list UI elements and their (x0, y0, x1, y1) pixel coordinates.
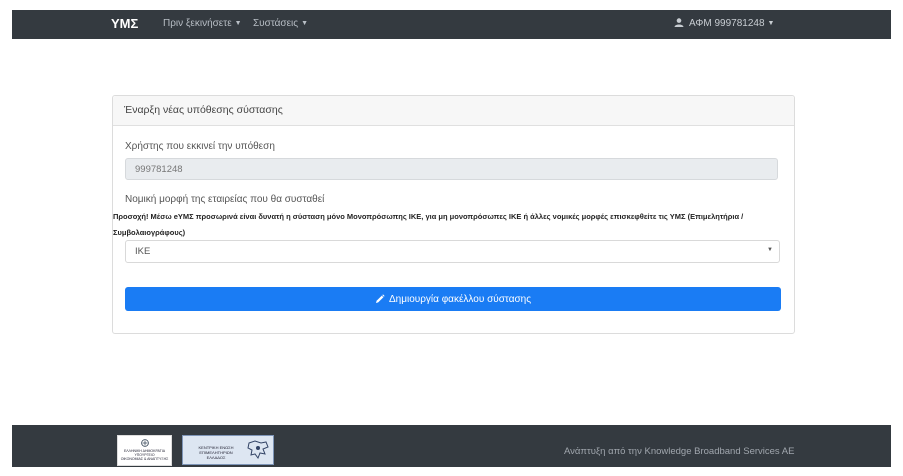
legal-form-label: Νομική μορφή της εταιρείας που θα συσταθ… (125, 194, 325, 205)
user-icon (674, 18, 684, 27)
card-title: Έναρξη νέας υπόθεσης σύστασης (124, 104, 283, 116)
initiator-field: 999781248 (125, 158, 778, 180)
legal-form-selected-value: ΙΚΕ (135, 246, 151, 257)
emblem-icon (141, 439, 149, 447)
user-menu-dropdown[interactable]: ΑΦΜ 999781248 ▼ (674, 18, 774, 29)
pencil-icon (375, 294, 385, 303)
new-case-card: Έναρξη νέας υπόθεσης σύστασης Χρήστης πο… (112, 95, 795, 334)
brand-logo[interactable]: ΥΜΣ (111, 16, 138, 31)
chevron-down-icon: ▼ (767, 247, 773, 253)
nav-establishments-dropdown[interactable]: Συστάσεις ▼ (253, 18, 308, 29)
chevron-down-icon: ▼ (301, 20, 309, 27)
legal-form-warning: Προσοχή! Μέσω eΥΜΣ προσωρινά είναι δυνατ… (113, 212, 744, 237)
chambers-logo-text: ΚΕΝΤΡΙΚΗ ΕΝΩΣΗ ΕΠΙΜΕΛΗΤΗΡΙΩΝ ΕΛΛΑΔΟΣ (198, 445, 234, 460)
nav-establishments-label: Συστάσεις (253, 18, 299, 29)
chambers-logo: ΚΕΝΤΡΙΚΗ ΕΝΩΣΗ ΕΠΙΜΕΛΗΤΗΡΙΩΝ ΕΛΛΑΔΟΣ (182, 435, 274, 465)
top-navbar: ΥΜΣ Πριν ξεκινήσετε ▼ Συστάσεις ▼ ΑΦΜ 9997… (12, 10, 891, 39)
ministry-logo-text: ΕΛΛΗΝΙΚΗ ΔΗΜΟΚΡΑΤΙΑ ΥΠΟΥΡΓΕΙΟ ΟΙΚΟΝΟΜΙΑΣ &… (120, 449, 169, 461)
user-tax-id: ΑΦΜ 999781248 (689, 18, 765, 29)
footer: ΕΛΛΗΝΙΚΗ ΔΗΜΟΚΡΑΤΙΑ ΥΠΟΥΡΓΕΙΟ ΟΙΚΟΝΟΜΙΑΣ &… (12, 425, 891, 467)
greece-map-icon (247, 440, 269, 460)
chevron-down-icon: ▼ (234, 20, 242, 27)
legal-form-select[interactable]: ΙΚΕ ▼ (125, 240, 780, 263)
create-folder-button[interactable]: Δημιουργία φακέλλου σύστασης (125, 287, 781, 311)
footer-credit: Ανάπτυξη από την Knowledge Broadband Ser… (564, 446, 795, 457)
ministry-logo: ΕΛΛΗΝΙΚΗ ΔΗΜΟΚΡΑΤΙΑ ΥΠΟΥΡΓΕΙΟ ΟΙΚΟΝΟΜΙΑΣ &… (117, 435, 172, 466)
chevron-down-icon: ▼ (767, 20, 775, 27)
nav-before-start-dropdown[interactable]: Πριν ξεκινήσετε ▼ (163, 18, 242, 29)
initiator-label: Χρήστης που εκκινεί την υπόθεση (125, 141, 275, 152)
nav-before-start-label: Πριν ξεκινήσετε (163, 18, 232, 29)
card-header: Έναρξη νέας υπόθεσης σύστασης (113, 96, 794, 126)
create-folder-label: Δημιουργία φακέλλου σύστασης (388, 293, 532, 305)
